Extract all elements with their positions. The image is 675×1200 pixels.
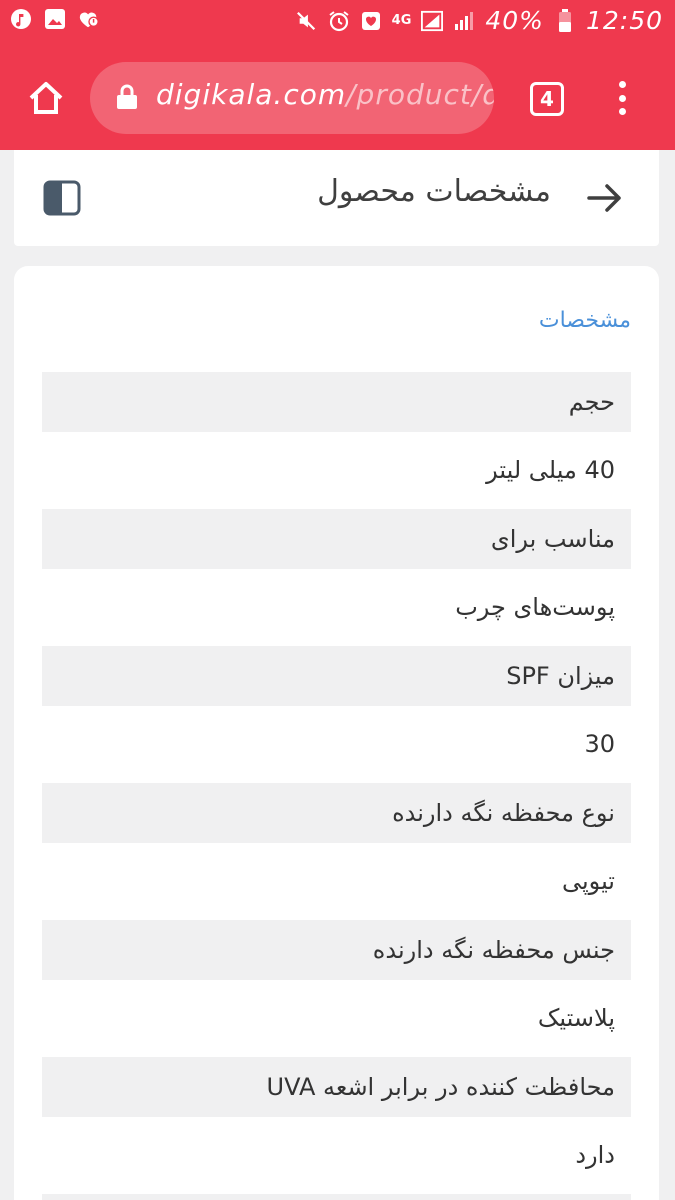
battery-percent: 40%: [485, 6, 544, 35]
spec-value: تیوپی: [42, 843, 631, 920]
spec-card: مشخصات حجم 40 میلی لیتر مناسب برای پوست‌…: [14, 266, 659, 1200]
browser-toolbar: digikala.com/product/d 4: [0, 58, 675, 138]
url-host: digikala.com: [156, 78, 347, 111]
menu-dot: [618, 108, 626, 115]
menu-dot: [618, 81, 626, 88]
status-notifications: [10, 8, 100, 30]
spec-label: میزان SPF: [42, 646, 631, 706]
spec-value: 30: [42, 706, 631, 783]
gallery-notification-icon: [44, 8, 66, 30]
spec-value: پوست‌های چرب: [42, 569, 631, 646]
spec-section-title: مشخصات: [538, 308, 631, 333]
status-indicators: 4G 40% 12:50: [296, 6, 663, 35]
spec-label: جنس محفظه نگه دارنده: [42, 920, 631, 980]
mute-icon: [296, 10, 318, 32]
tab-count: 4: [540, 87, 554, 111]
address-bar[interactable]: digikala.com/product/d: [90, 62, 494, 134]
url-text: digikala.com/product/d: [156, 78, 494, 111]
signal-sim2-icon: [453, 10, 475, 32]
spec-label: مناسب برای: [42, 509, 631, 569]
spec-label-partial: [42, 1194, 631, 1200]
status-bar: 4G 40% 12:50: [0, 0, 675, 46]
home-button[interactable]: [24, 76, 68, 120]
compare-button[interactable]: [42, 178, 82, 218]
network-type-label: 4G: [391, 13, 412, 28]
alarm-icon: [328, 10, 350, 32]
compare-icon: [43, 180, 81, 216]
lock-icon: [117, 84, 137, 109]
browser-chrome: 4G 40% 12:50 digikala.com/product/d 4: [0, 0, 675, 150]
music-notification-icon: [10, 8, 32, 30]
spec-value: دارد: [42, 1117, 631, 1194]
spec-value: 40 میلی لیتر: [42, 432, 631, 509]
battery-icon: [554, 8, 576, 32]
app-notification-icon: [78, 8, 100, 30]
arrow-right-icon: [587, 184, 621, 212]
spec-list: حجم 40 میلی لیتر مناسب برای پوست‌های چرب…: [42, 372, 631, 1200]
signal-sim1-icon: [421, 10, 444, 32]
spec-label: حجم: [42, 372, 631, 432]
tab-switcher-button[interactable]: 4: [530, 82, 564, 116]
spec-label: نوع محفظه نگه دارنده: [42, 783, 631, 843]
home-icon: [29, 82, 63, 114]
back-button[interactable]: [585, 178, 625, 218]
heart-box-icon: [360, 10, 382, 32]
clock: 12:50: [585, 6, 663, 35]
spec-label: محافظت کننده در برابر اشعه UVA: [42, 1057, 631, 1117]
page-header: مشخصات محصول: [14, 150, 659, 246]
menu-dot: [618, 94, 626, 102]
url-path: /product/d: [346, 78, 494, 111]
spec-value: پلاستیک: [42, 980, 631, 1057]
page-title: مشخصات محصول: [317, 174, 551, 209]
overflow-menu-button[interactable]: [612, 78, 632, 118]
